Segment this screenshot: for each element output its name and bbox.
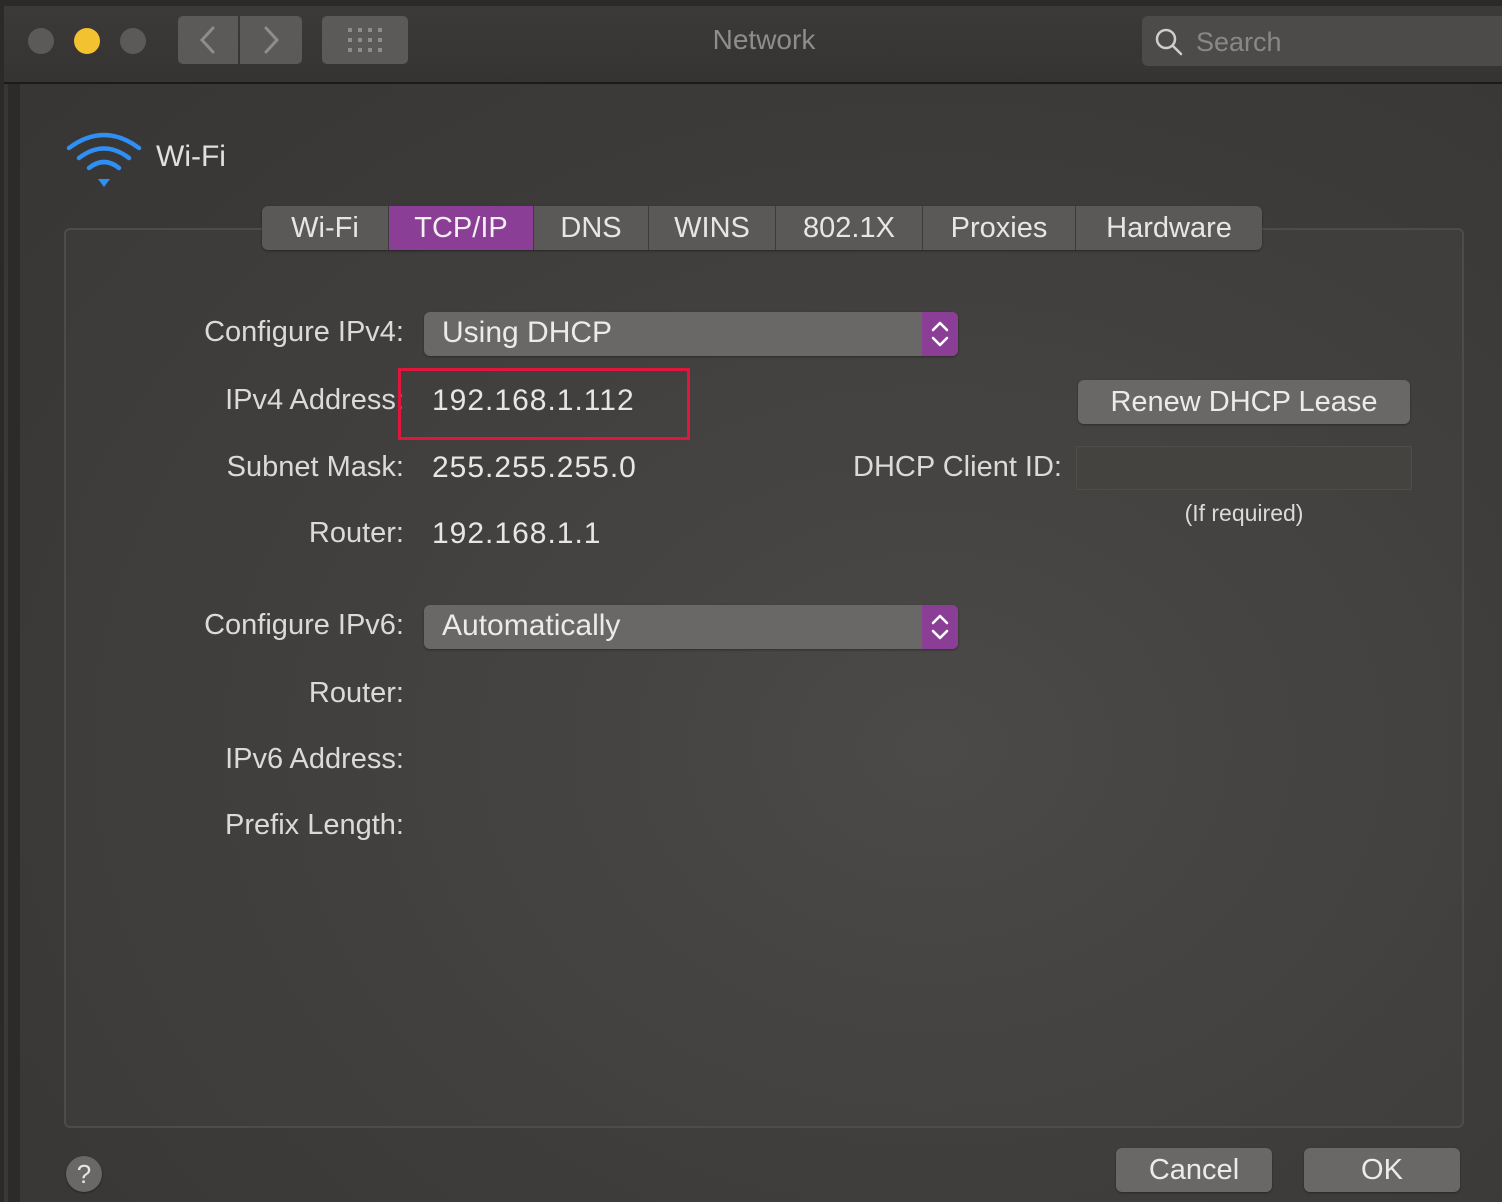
- grid-icon: [348, 28, 382, 52]
- zoom-window-button[interactable]: [120, 28, 146, 54]
- search-icon: [1155, 28, 1183, 56]
- ipv6-address-label: IPv6 Address:: [225, 743, 404, 775]
- ipv4-router-label: Router:: [308, 517, 404, 549]
- show-all-button[interactable]: [322, 16, 408, 64]
- dhcp-client-id-field[interactable]: [1076, 446, 1412, 490]
- chevron-updown-icon: [931, 614, 949, 640]
- subnet-mask-label: Subnet Mask:: [226, 451, 404, 483]
- configure-ipv6-label: Configure IPv6:: [204, 609, 404, 641]
- network-preferences-window: Network Wi-Fi Wi-Fi TCP/IP DNS WINS 802.…: [4, 6, 1502, 1202]
- settings-panel: [64, 228, 1464, 1128]
- configure-ipv4-label: Configure IPv4:: [204, 316, 404, 348]
- window-edge: [8, 84, 20, 1202]
- popup-stepper: [922, 605, 958, 649]
- ipv4-address-label: IPv4 Address:: [225, 384, 404, 416]
- chevron-left-icon: [199, 26, 215, 54]
- ok-button[interactable]: OK: [1304, 1148, 1460, 1192]
- prefix-length-label: Prefix Length:: [225, 809, 404, 841]
- renew-dhcp-lease-button[interactable]: Renew DHCP Lease: [1078, 380, 1410, 424]
- help-button[interactable]: ?: [66, 1156, 102, 1192]
- tab-proxies[interactable]: Proxies: [923, 206, 1076, 250]
- dhcp-client-id-label: DHCP Client ID:: [853, 451, 1062, 483]
- close-window-button[interactable]: [28, 28, 54, 54]
- search-field[interactable]: [1142, 16, 1502, 66]
- subnet-mask-value: 255.255.255.0: [432, 451, 637, 484]
- configure-ipv6-popup[interactable]: Automatically: [424, 605, 958, 649]
- tab-802-1x[interactable]: 802.1X: [776, 206, 923, 250]
- configure-ipv4-value: Using DHCP: [442, 316, 613, 349]
- chevron-right-icon: [264, 26, 280, 54]
- wifi-icon: [66, 132, 142, 187]
- tab-bar: Wi-Fi TCP/IP DNS WINS 802.1X Proxies Har…: [262, 206, 1262, 250]
- tab-tcp-ip[interactable]: TCP/IP: [389, 206, 534, 250]
- configure-ipv4-popup[interactable]: Using DHCP: [424, 312, 958, 356]
- tab-hardware[interactable]: Hardware: [1076, 206, 1262, 250]
- chevron-updown-icon: [931, 321, 949, 347]
- service-name: Wi-Fi: [156, 140, 226, 173]
- forward-button[interactable]: [240, 16, 302, 64]
- popup-stepper: [922, 312, 958, 356]
- minimize-window-button[interactable]: [74, 28, 100, 54]
- tab-dns[interactable]: DNS: [534, 206, 649, 250]
- configure-ipv6-value: Automatically: [442, 609, 621, 642]
- ipv4-router-value: 192.168.1.1: [432, 517, 602, 550]
- tab-wins[interactable]: WINS: [649, 206, 776, 250]
- tab-wifi[interactable]: Wi-Fi: [262, 206, 389, 250]
- window-title: Network: [712, 24, 816, 55]
- search-input[interactable]: [1194, 22, 1498, 62]
- back-button[interactable]: [178, 16, 238, 64]
- ipv4-address-highlight: [398, 368, 690, 440]
- title-bar: Network: [4, 6, 1502, 84]
- ipv6-router-label: Router:: [308, 677, 404, 709]
- dhcp-client-id-hint: (If required): [1184, 500, 1304, 526]
- cancel-button[interactable]: Cancel: [1116, 1148, 1272, 1192]
